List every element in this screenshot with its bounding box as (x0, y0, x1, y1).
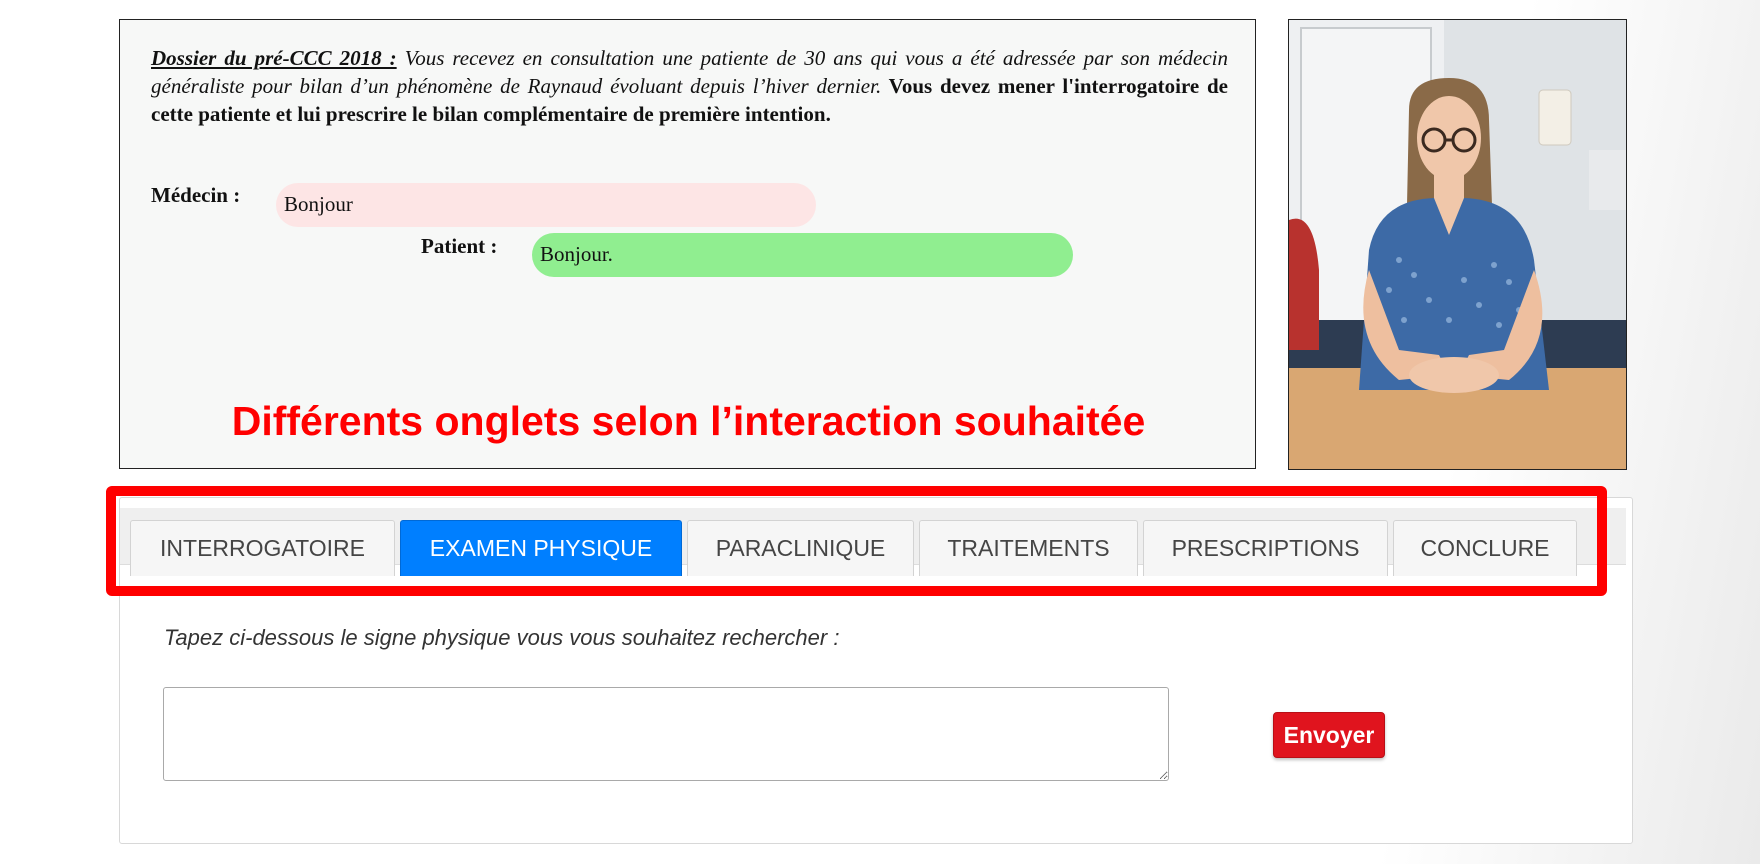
doctor-message-bubble: Bonjour (276, 183, 816, 227)
patient-label: Patient : (421, 234, 498, 258)
case-description: Dossier du pré-CCC 2018 : Vous recevez e… (151, 44, 1228, 128)
exam-instruction: Tapez ci-dessous le signe physique vous … (164, 625, 840, 650)
doctor-label: Médecin : (151, 183, 241, 207)
physical-sign-input[interactable] (163, 687, 1169, 781)
send-button[interactable]: Envoyer (1273, 712, 1385, 758)
annotation-caption: Différents onglets selon l’interaction s… (231, 398, 1146, 444)
patient-message-bubble: Bonjour. (532, 233, 1073, 277)
case-label: Dossier du pré-CCC 2018 : (151, 46, 397, 70)
case-panel: Dossier du pré-CCC 2018 : Vous recevez e… (119, 19, 1256, 469)
patient-photo (1288, 19, 1627, 470)
highlight-annotation-box (106, 486, 1607, 596)
